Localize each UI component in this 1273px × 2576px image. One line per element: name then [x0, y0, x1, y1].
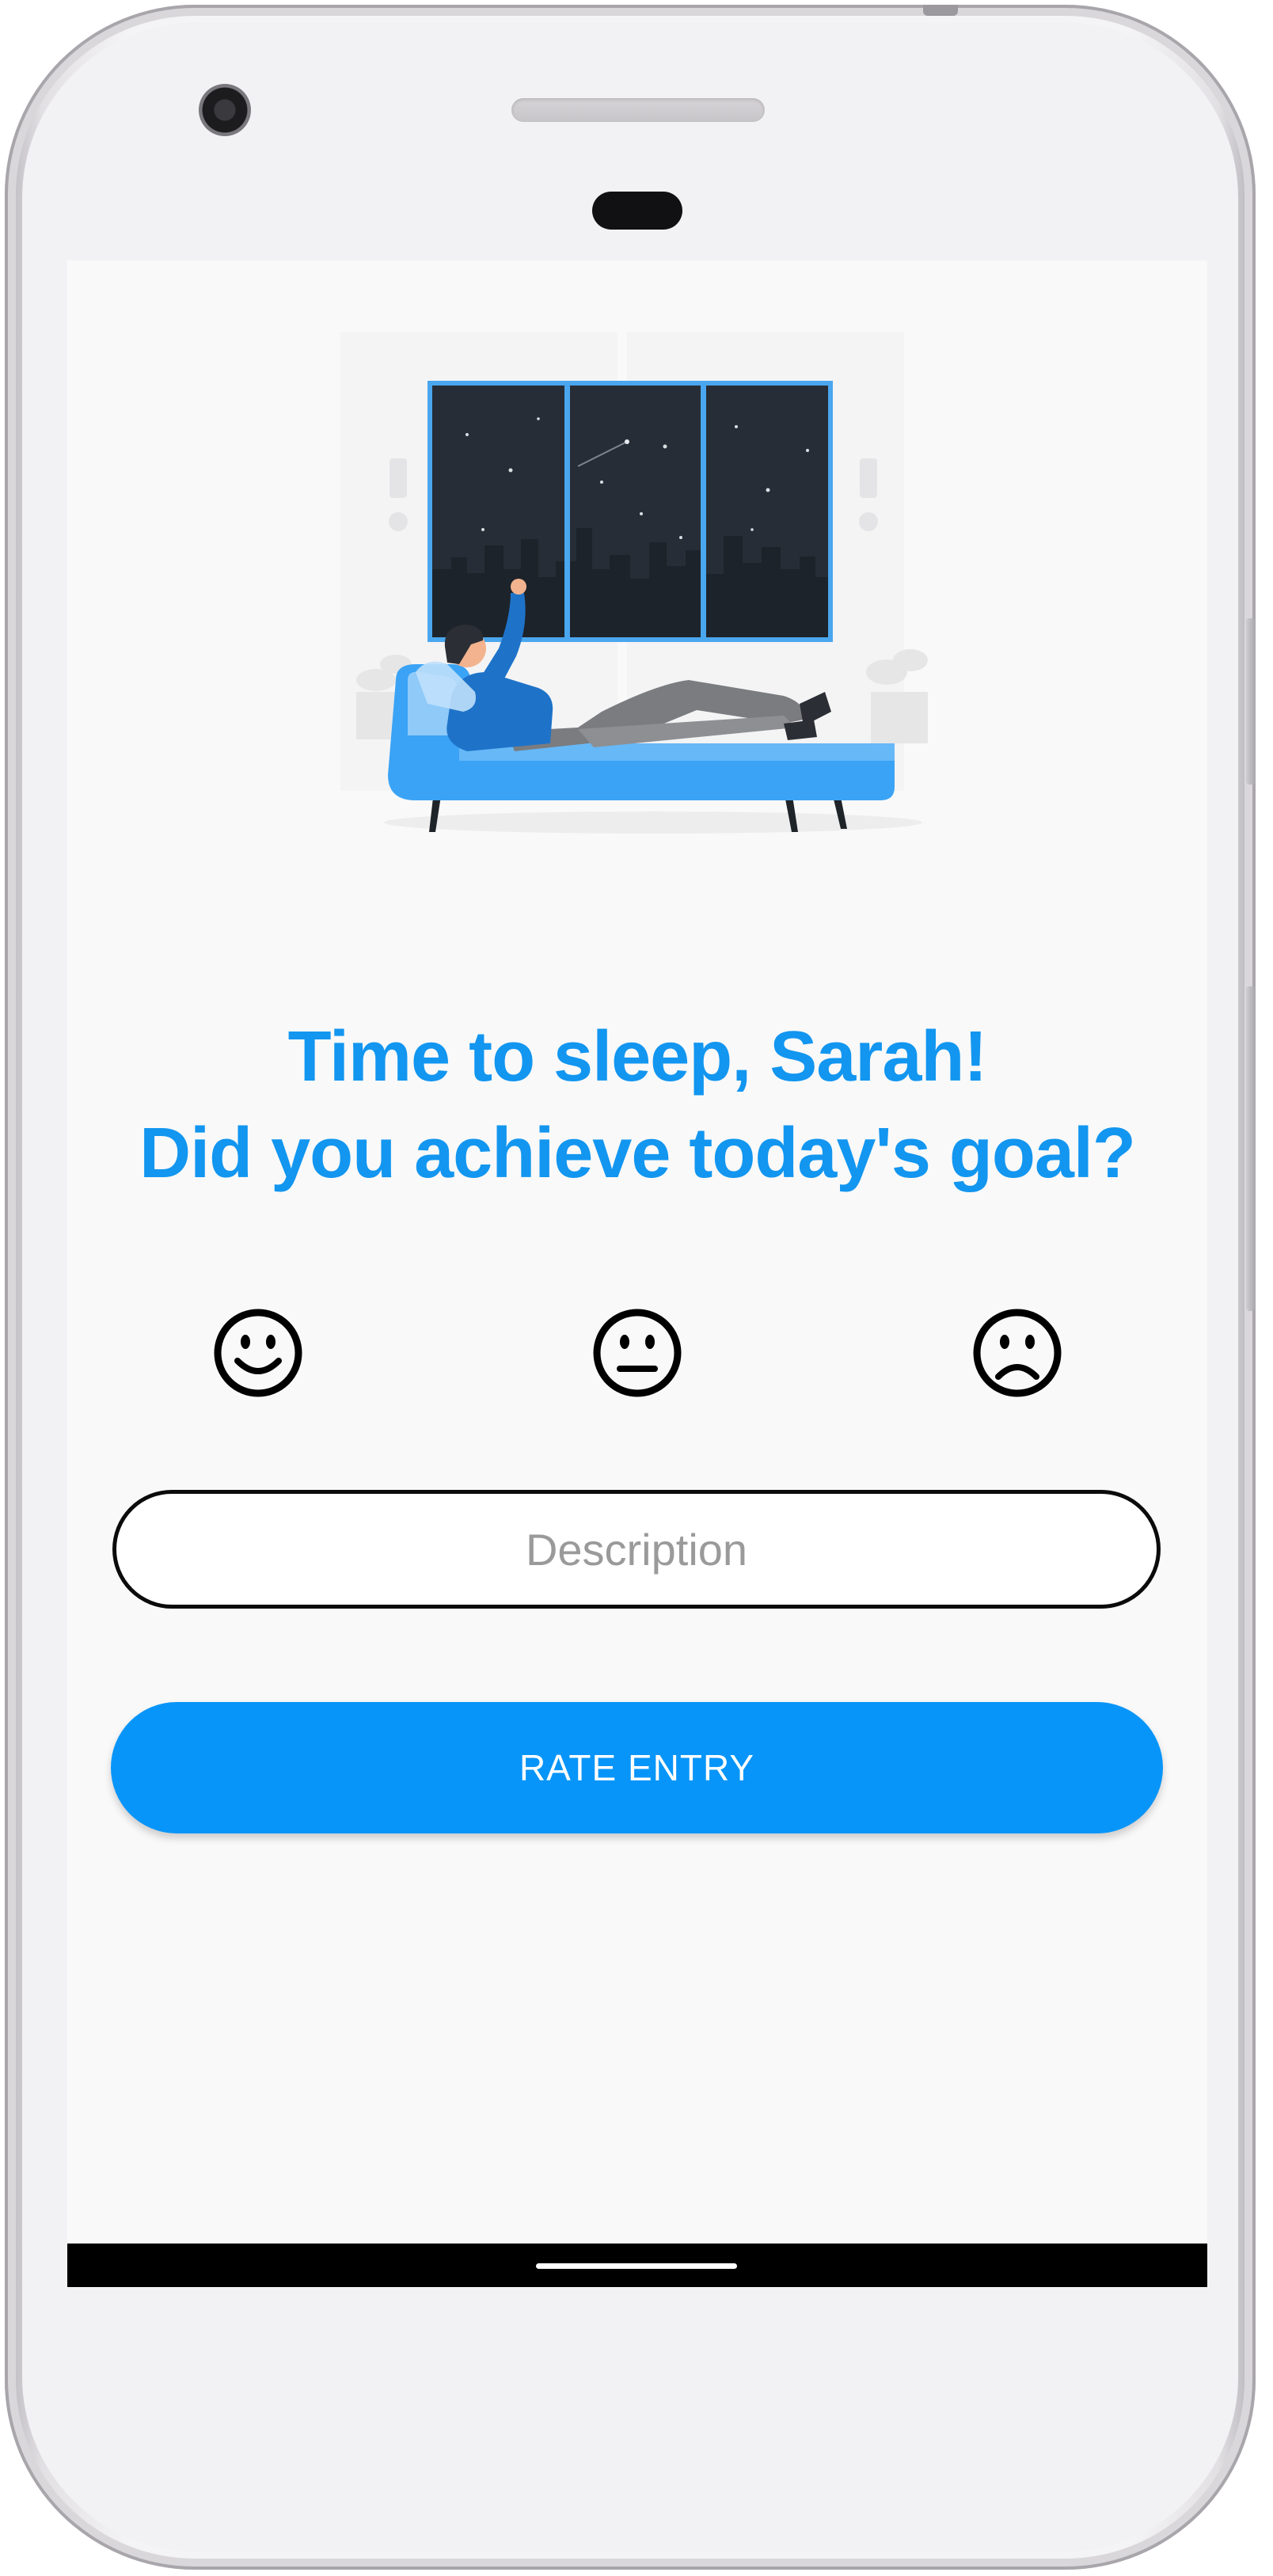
- phone-frame: Time to sleep, Sarah! Did you achieve to…: [5, 5, 1256, 2570]
- smiling-face-icon[interactable]: [211, 1305, 306, 1400]
- system-navigation-bar: [67, 2244, 1207, 2287]
- home-indicator[interactable]: [536, 2263, 737, 2269]
- proximity-sensor: [592, 192, 682, 230]
- phone-top-button: [923, 5, 958, 16]
- prompt-line-2: Did you achieve today's goal?: [139, 1114, 1136, 1193]
- night-window: [428, 381, 833, 642]
- volume-button: [1246, 986, 1256, 1311]
- mood-selector: [67, 1305, 1207, 1408]
- sleep-illustration: [340, 332, 928, 834]
- sleep-prompt-heading: Time to sleep, Sarah! Did you achieve to…: [67, 1009, 1207, 1202]
- app-screen: Time to sleep, Sarah! Did you achieve to…: [67, 260, 1207, 2287]
- neutral-face-icon[interactable]: [590, 1305, 685, 1400]
- front-camera: [199, 84, 251, 136]
- prompt-line-1: Time to sleep, Sarah!: [287, 1017, 988, 1096]
- earpiece-speaker: [511, 98, 765, 122]
- frowning-face-icon[interactable]: [970, 1305, 1065, 1400]
- power-button: [1246, 618, 1256, 785]
- rate-entry-button[interactable]: RATE ENTRY: [111, 1702, 1163, 1833]
- description-input[interactable]: [112, 1490, 1161, 1609]
